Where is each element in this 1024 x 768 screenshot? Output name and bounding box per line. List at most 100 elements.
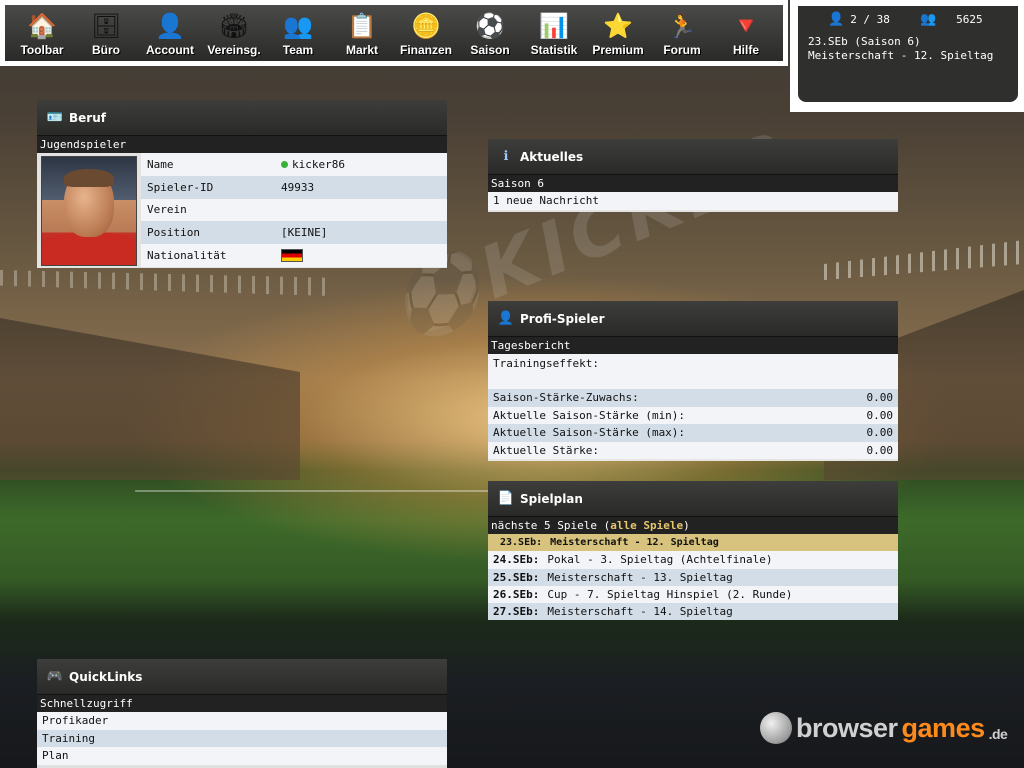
player-icon: 👤: [828, 12, 845, 27]
match-desc: Meisterschaft - 13. Spieltag: [547, 570, 733, 584]
quicklinks-subtitle: Schnellzugriff: [37, 695, 447, 712]
profi-row-min: Aktuelle Saison-Stärke (min): 0.00: [488, 406, 898, 424]
forum-icon: 🏃: [667, 12, 697, 40]
profi-header: 👤 Profi-Spieler: [488, 301, 898, 337]
beruf-key: Position: [147, 226, 200, 240]
toolbar-item-markt[interactable]: 📋 Markt: [331, 5, 393, 61]
market-icon: 📋: [347, 12, 377, 40]
avatar-shirt: [42, 233, 136, 265]
match-row-current[interactable]: 23.SEb: Meisterschaft - 12. Spieltag: [488, 534, 898, 552]
quicklink-training[interactable]: Training: [37, 729, 447, 747]
all-games-link[interactable]: alle Spiele: [610, 519, 683, 532]
quicklink-plan[interactable]: Plan: [37, 747, 447, 765]
profi-title: Profi-Spieler: [520, 311, 605, 326]
aktuelles-header: ℹ Aktuelles: [488, 139, 898, 175]
main-toolbar: 🏠 Toolbar 🗄 Büro 👤 Account 🏟 Vereinsg. 👥…: [0, 0, 788, 66]
toolbar-item-forum[interactable]: 🏃 Forum: [651, 5, 713, 61]
quicklink-profikader[interactable]: Profikader: [37, 712, 447, 730]
training-effect-label: Trainingseffekt:: [493, 357, 599, 370]
toolbar-item-vereinsgelaende[interactable]: 🏟 Vereinsg.: [203, 5, 265, 61]
match-row[interactable]: 27.SEb: Meisterschaft - 14. Spieltag: [488, 603, 898, 621]
aktuelles-title: Aktuelles: [520, 149, 584, 164]
match-row[interactable]: 25.SEb: Meisterschaft - 13. Spieltag: [488, 568, 898, 586]
id-card-icon: 🪪: [46, 110, 64, 125]
match-desc: Meisterschaft - 14. Spieltag: [547, 605, 733, 619]
beruf-title: Beruf: [69, 110, 106, 125]
profi-row-zuwachs: Saison-Stärke-Zuwachs: 0.00: [488, 389, 898, 407]
spielplan-panel: 📄 Spielplan nächste 5 Spiele ( alle Spie…: [488, 481, 898, 621]
profi-value: 0.00: [866, 443, 894, 457]
match-team: 25.SEb:: [493, 570, 540, 584]
training-effect-row: Trainingseffekt:: [488, 354, 898, 389]
toolbar-item-finanzen[interactable]: 🪙 Finanzen: [395, 5, 457, 61]
beruf-value: [KEINE]: [281, 226, 328, 240]
match-desc: Meisterschaft - 12. Spieltag: [550, 537, 719, 549]
spielplan-subtitle-suffix: ): [683, 519, 690, 532]
toolbar-item-label: Finanzen: [399, 43, 452, 57]
football-icon: ⚽: [475, 12, 505, 40]
beruf-header: 🪪 Beruf: [37, 100, 447, 136]
toolbar-item-statistik[interactable]: 📊 Statistik: [523, 5, 585, 61]
gamepad-icon: 🎮: [46, 669, 64, 684]
logo-ball-icon: [760, 712, 792, 744]
chart-icon: 📊: [539, 12, 569, 40]
toolbar-item-label: Saison: [470, 43, 510, 57]
spielplan-title: Spielplan: [520, 491, 583, 506]
calendar-icon: 📄: [497, 491, 515, 506]
toolbar-item-label: Team: [282, 43, 314, 57]
toolbar-item-label: Account: [146, 43, 194, 57]
beruf-key: Verein: [147, 203, 187, 217]
browsergames-logo: browser games .de: [760, 706, 1010, 750]
toolbar-item-label: Hilfe: [732, 43, 759, 57]
profi-spieler-panel: 👤 Profi-Spieler Tagesbericht Trainingsef…: [488, 301, 898, 461]
match-team: 23.SEb:: [500, 537, 543, 549]
toolbar-item-premium[interactable]: ⭐ Premium: [587, 5, 649, 61]
players-count: 2 / 38: [850, 13, 890, 26]
player-avatar: [41, 156, 137, 266]
match-desc: Pokal - 3. Spieltag (Achtelfinale): [547, 553, 773, 567]
match-team: 27.SEb:: [493, 605, 540, 619]
profi-key: Aktuelle Stärke:: [493, 443, 599, 457]
profi-row-max: Aktuelle Saison-Stärke (max): 0.00: [488, 424, 898, 442]
help-icon: 🔻: [731, 12, 761, 40]
profi-value: 0.00: [866, 408, 894, 422]
match-row[interactable]: 24.SEb: Pokal - 3. Spieltag (Achtelfinal…: [488, 551, 898, 569]
info-icon: ℹ: [503, 149, 509, 164]
account-icon: 👤: [155, 12, 185, 40]
germany-flag-icon: [281, 249, 303, 263]
match-team: 26.SEb:: [493, 588, 540, 602]
toolbar-item-saison[interactable]: ⚽ Saison: [459, 5, 521, 61]
news-message-link[interactable]: 1 neue Nachricht: [488, 192, 898, 210]
toolbar-item-team[interactable]: 👥 Team: [267, 5, 329, 61]
quicklinks-title: QuickLinks: [69, 669, 143, 684]
toolbar-items: 🏠 Toolbar 🗄 Büro 👤 Account 🏟 Vereinsg. 👥…: [5, 5, 783, 61]
toolbar-item-label: Premium: [592, 43, 644, 57]
toolbar-item-label: Forum: [663, 43, 701, 57]
online-status-icon: [281, 160, 288, 168]
beruf-subtitle: Jugendspieler: [37, 136, 447, 153]
toolbar-item-buero[interactable]: 🗄 Büro: [75, 5, 137, 61]
stadium-roof-right: [824, 240, 1024, 280]
beruf-row-verein: Verein: [141, 198, 447, 222]
toolbar-item-label: Markt: [345, 43, 378, 57]
toolbar-item-hilfe[interactable]: 🔻 Hilfe: [715, 5, 777, 61]
toolbar-item-toolbar[interactable]: 🏠 Toolbar: [11, 5, 73, 61]
match-row[interactable]: 26.SEb: Cup - 7. Spieltag Hinspiel (2. R…: [488, 585, 898, 604]
beruf-key: Name: [147, 157, 174, 171]
profi-key: Aktuelle Saison-Stärke (max):: [493, 426, 686, 440]
beruf-row-spieler-id: Spieler-ID 49933: [141, 175, 447, 199]
toolbar-item-account[interactable]: 👤 Account: [139, 5, 201, 61]
status-line-matchday[interactable]: Meisterschaft - 12. Spieltag: [808, 49, 1008, 63]
status-counters: 👤 2 / 38 👥 5625: [828, 12, 1008, 27]
stadium-icon: 🏟: [218, 12, 250, 40]
house-icon: 🏠: [27, 12, 57, 40]
match-team: 24.SEb:: [493, 553, 540, 567]
status-line-league[interactable]: 23.SEb (Saison 6): [808, 35, 1008, 49]
coins-icon: 🪙: [411, 12, 441, 40]
profi-key: Saison-Stärke-Zuwachs:: [493, 391, 639, 405]
beruf-key: Spieler-ID: [147, 180, 214, 194]
profi-value: 0.00: [866, 391, 894, 405]
spielplan-header: 📄 Spielplan: [488, 481, 898, 517]
beruf-table: Name kicker86 Spieler-ID 49933 Verein Po…: [141, 153, 447, 269]
logo-part-tld: .de: [988, 726, 1008, 742]
